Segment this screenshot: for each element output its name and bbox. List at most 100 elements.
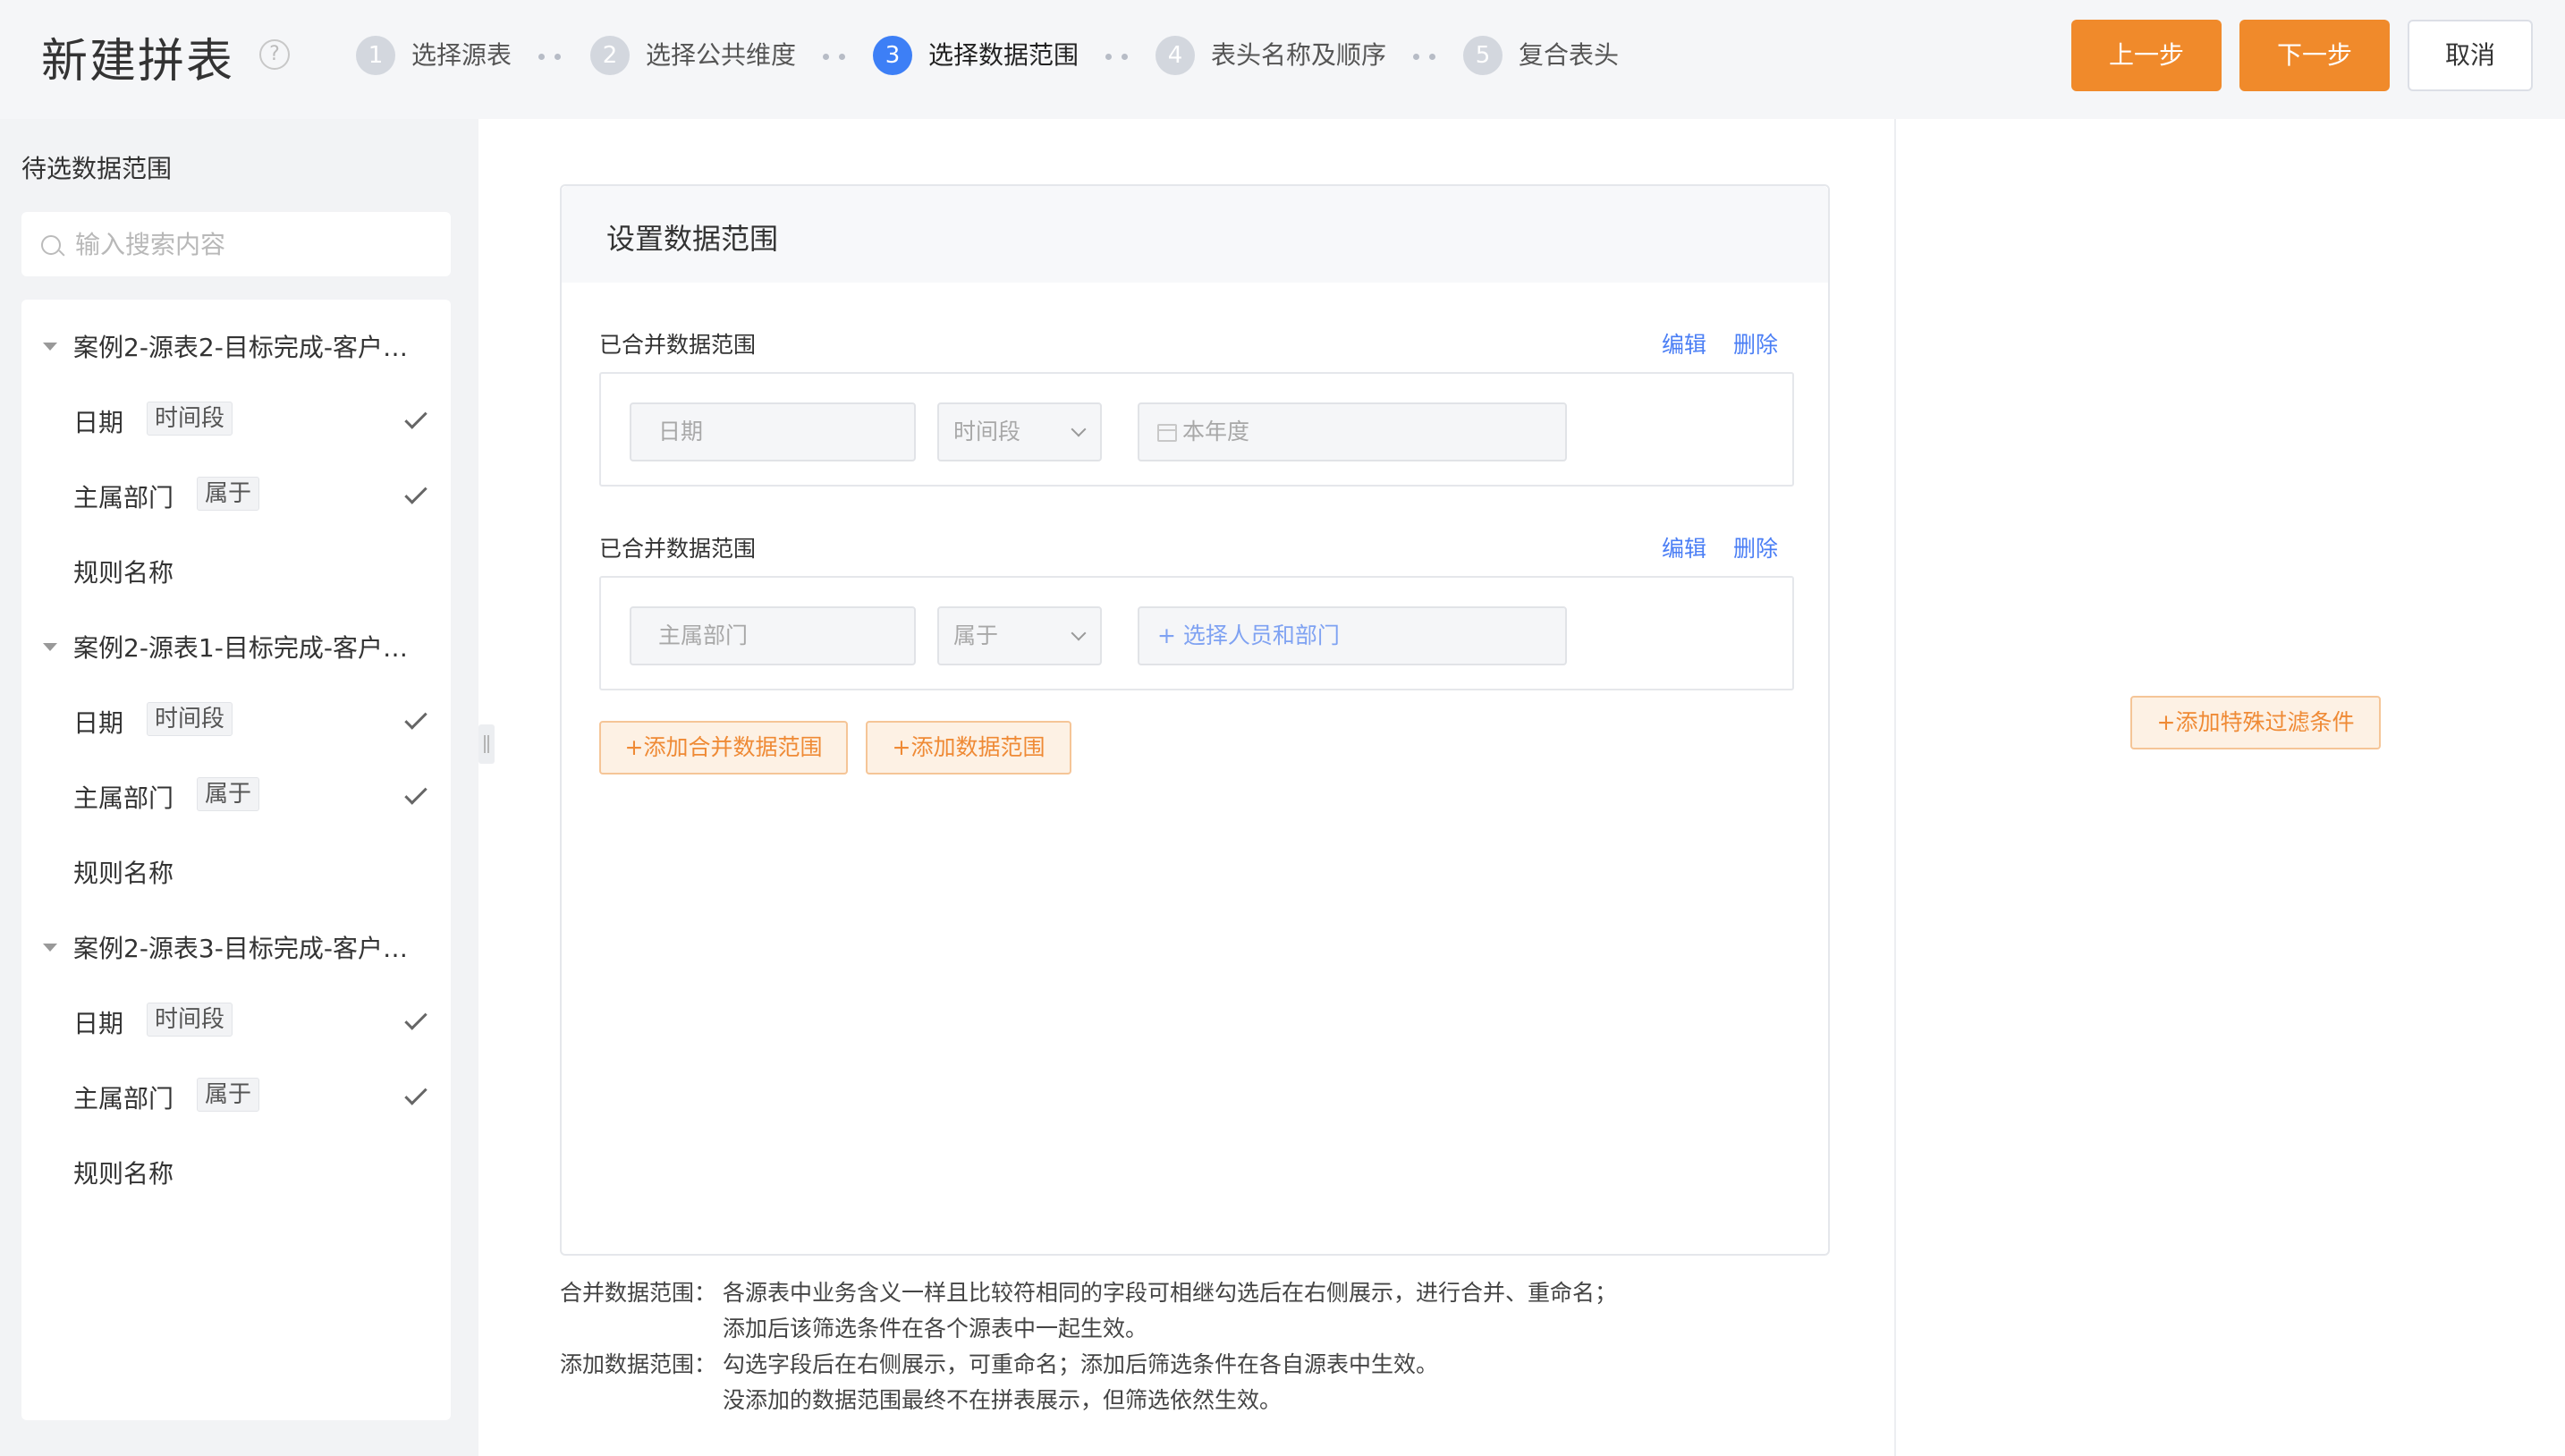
tree-group-source-1[interactable]: 案例2-源表1-目标完成-客户分析 xyxy=(21,609,451,684)
data-range-panel: 设置数据范围 已合并数据范围 编辑 删除 日期 时间段 本年度 已合并数据范围 … xyxy=(560,184,1830,1256)
step-separator xyxy=(1105,54,1132,61)
item-operator-tag: 时间段 xyxy=(147,402,233,436)
check-icon xyxy=(404,1007,428,1030)
edit-range-link[interactable]: 编辑 xyxy=(1662,327,1706,360)
step-3-label: 选择数据范围 xyxy=(928,40,1079,70)
range-field: 主属部门 xyxy=(630,606,916,665)
operator-select[interactable]: 时间段 xyxy=(937,402,1102,461)
merged-range-title: 已合并数据范围 xyxy=(599,536,757,562)
search-box xyxy=(21,212,451,276)
panel-title: 设置数据范围 xyxy=(606,222,779,256)
step-2-label: 选择公共维度 xyxy=(646,40,797,70)
step-separator xyxy=(1413,54,1440,61)
next-step-button[interactable]: 下一步 xyxy=(2239,20,2390,91)
range-field-text: 主属部门 xyxy=(658,622,749,648)
step-2-number: 2 xyxy=(590,36,630,75)
panel-resize-handle[interactable] xyxy=(478,724,495,764)
item-label: 主属部门 xyxy=(73,783,174,813)
step-3-number: 3 xyxy=(873,36,912,75)
merged-range-box: 主属部门 属于 + 选择人员和部门 xyxy=(599,576,1794,690)
note-label: 添加数据范围： xyxy=(560,1351,717,1377)
tree-item-rule-name[interactable]: 规则名称 xyxy=(21,834,451,910)
candidate-range-sidebar: 待选数据范围 案例2-源表2-目标完成-客户分析 日期 时间段 主属部门 属于 … xyxy=(0,119,478,1456)
step-separator xyxy=(538,54,565,61)
tree-item-rule-name[interactable]: 规则名称 xyxy=(21,1135,451,1210)
check-icon xyxy=(404,1082,428,1105)
tree-item-date[interactable]: 日期 时间段 xyxy=(21,684,451,759)
field-tree: 案例2-源表2-目标完成-客户分析 日期 时间段 主属部门 属于 规则名称 案例… xyxy=(21,300,451,1420)
item-label: 日期 xyxy=(73,408,124,437)
check-icon xyxy=(404,406,428,429)
tree-item-department[interactable]: 主属部门 属于 xyxy=(21,759,451,834)
item-label: 主属部门 xyxy=(73,483,174,512)
item-operator-tag: 属于 xyxy=(197,1078,260,1112)
step-1-number: 1 xyxy=(356,36,395,75)
check-icon xyxy=(404,707,428,730)
chevron-down-icon xyxy=(1071,625,1087,641)
tree-group-source-2[interactable]: 案例2-源表2-目标完成-客户分析 xyxy=(21,309,451,384)
prev-step-button[interactable]: 上一步 xyxy=(2071,20,2222,91)
merged-range-title: 已合并数据范围 xyxy=(599,332,757,358)
note-text: 没添加的数据范围最终不在拼表展示，但筛选依然生效。 xyxy=(723,1387,1282,1413)
step-1-label: 选择源表 xyxy=(411,40,512,70)
note-text: 勾选字段后在右侧展示，可重命名；添加后筛选条件在各自源表中生效。 xyxy=(723,1351,1439,1377)
note-text: 添加后该筛选条件在各个源表中一起生效。 xyxy=(723,1316,1148,1342)
item-label: 日期 xyxy=(73,708,124,738)
add-range-button[interactable]: +添加数据范围 xyxy=(866,721,1071,775)
operator-select[interactable]: 属于 xyxy=(937,606,1102,665)
tree-group-label: 案例2-源表1-目标完成-客户分析 xyxy=(73,633,431,663)
add-special-filter-button[interactable]: +添加特殊过滤条件 xyxy=(2130,696,2381,749)
check-icon xyxy=(404,481,428,504)
tree-group-source-3[interactable]: 案例2-源表3-目标完成-客户分析 xyxy=(21,910,451,985)
chevron-down-icon xyxy=(1071,421,1087,437)
step-4-label: 表头名称及顺序 xyxy=(1211,40,1387,70)
tree-group-label: 案例2-源表3-目标完成-客户分析 xyxy=(73,934,431,963)
page-title: 新建拼表 xyxy=(41,35,235,89)
range-field: 日期 xyxy=(630,402,916,461)
cancel-button[interactable]: 取消 xyxy=(2408,20,2533,91)
tree-item-date[interactable]: 日期 时间段 xyxy=(21,985,451,1060)
item-operator-tag: 属于 xyxy=(197,477,260,511)
help-icon[interactable]: ? xyxy=(259,39,290,70)
select-people-departments[interactable]: + 选择人员和部门 xyxy=(1138,606,1567,665)
item-label: 规则名称 xyxy=(73,558,174,588)
item-label: 日期 xyxy=(73,1009,124,1038)
delete-range-link[interactable]: 删除 xyxy=(1733,327,1778,360)
right-panel-divider xyxy=(1894,119,1896,1456)
date-range-value-text: 本年度 xyxy=(1182,419,1250,444)
caret-down-icon[interactable] xyxy=(43,643,57,651)
step-5-number: 5 xyxy=(1463,36,1503,75)
check-icon xyxy=(404,782,428,805)
operator-select-text: 属于 xyxy=(953,622,999,648)
step-separator xyxy=(823,54,850,61)
item-operator-tag: 属于 xyxy=(197,777,260,811)
tree-item-department[interactable]: 主属部门 属于 xyxy=(21,459,451,534)
calendar-icon xyxy=(1157,424,1177,442)
search-icon xyxy=(41,235,61,255)
search-input[interactable] xyxy=(73,212,440,276)
tree-item-department[interactable]: 主属部门 属于 xyxy=(21,1060,451,1135)
item-label: 主属部门 xyxy=(73,1084,174,1113)
delete-range-link[interactable]: 删除 xyxy=(1733,531,1778,563)
note-text: 各源表中业务含义一样且比较符相同的字段可相继勾选后在右侧展示，进行合并、重命名； xyxy=(723,1280,1618,1306)
tree-item-rule-name[interactable]: 规则名称 xyxy=(21,534,451,609)
panel-header: 设置数据范围 xyxy=(562,186,1828,283)
item-operator-tag: 时间段 xyxy=(147,702,233,736)
step-5-label: 复合表头 xyxy=(1519,40,1620,70)
item-operator-tag: 时间段 xyxy=(147,1003,233,1037)
sidebar-title: 待选数据范围 xyxy=(21,154,173,183)
tree-group-label: 案例2-源表2-目标完成-客户分析 xyxy=(73,333,431,362)
range-field-text: 日期 xyxy=(658,419,704,444)
tree-item-date[interactable]: 日期 时间段 xyxy=(21,384,451,459)
step-4-number: 4 xyxy=(1156,36,1195,75)
merged-range-box: 日期 时间段 本年度 xyxy=(599,372,1794,487)
item-label: 规则名称 xyxy=(73,859,174,888)
select-people-departments-text: + 选择人员和部门 xyxy=(1157,622,1340,648)
date-range-value[interactable]: 本年度 xyxy=(1138,402,1567,461)
caret-down-icon[interactable] xyxy=(43,343,57,351)
operator-select-text: 时间段 xyxy=(953,419,1021,444)
caret-down-icon[interactable] xyxy=(43,944,57,952)
add-merged-range-button[interactable]: +添加合并数据范围 xyxy=(599,721,848,775)
edit-range-link[interactable]: 编辑 xyxy=(1662,531,1706,563)
note-label: 合并数据范围： xyxy=(560,1280,717,1306)
